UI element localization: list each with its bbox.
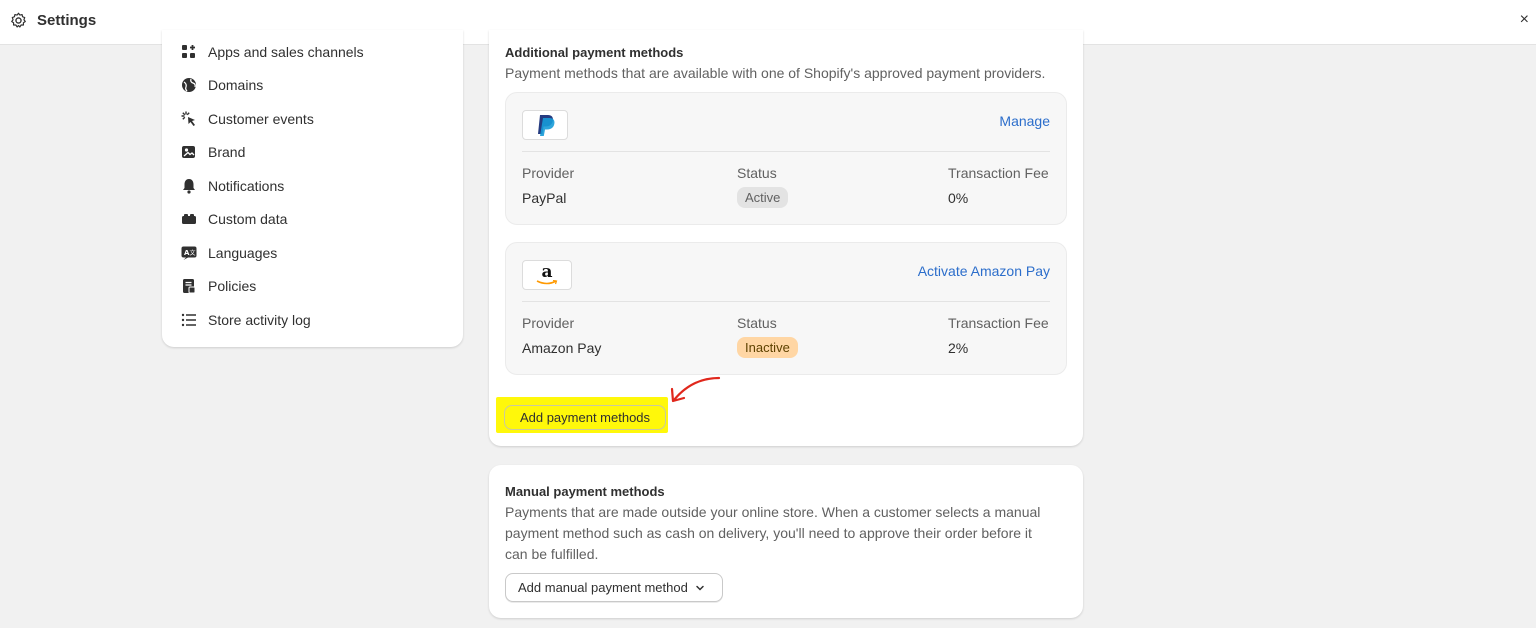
custom-data-icon bbox=[182, 214, 196, 224]
sidebar-item-languages[interactable]: A文 Languages bbox=[180, 242, 277, 264]
page-title: Settings bbox=[37, 12, 97, 29]
paypal-logo bbox=[522, 110, 568, 140]
provider-name: PayPal bbox=[522, 190, 567, 206]
provider-name: Amazon Pay bbox=[522, 340, 602, 356]
add-manual-payment-method-button[interactable]: Add manual payment method bbox=[505, 573, 723, 602]
provider-header: Provider bbox=[522, 165, 575, 181]
status-badge: Inactive bbox=[737, 337, 798, 358]
globe-icon bbox=[182, 78, 196, 92]
status-header: Status bbox=[737, 165, 777, 181]
apps-icon bbox=[182, 45, 195, 58]
sidebar-item-brand[interactable]: Brand bbox=[180, 141, 245, 163]
red-arrow-annotation bbox=[670, 376, 721, 403]
gear-icon bbox=[11, 12, 26, 28]
sidebar-item-customer-events[interactable]: Customer events bbox=[180, 108, 314, 130]
sidebar-item-apps[interactable]: Apps and sales channels bbox=[180, 41, 364, 63]
transaction-fee-header: Transaction Fee bbox=[948, 165, 1049, 181]
sidebar-item-domains[interactable]: Domains bbox=[180, 74, 263, 96]
sidebar-item-label: Apps and sales channels bbox=[208, 44, 364, 60]
sidebar-item-label: Customer events bbox=[208, 111, 314, 127]
paypal-logo-icon bbox=[538, 115, 555, 136]
activate-amazon-pay-link[interactable]: Activate Amazon Pay bbox=[918, 263, 1050, 279]
section-title: Manual payment methods bbox=[505, 484, 665, 499]
sidebar-item-label: Brand bbox=[208, 144, 246, 160]
add-payment-methods-button[interactable]: Add payment methods bbox=[504, 405, 666, 430]
transaction-fee-value: 0% bbox=[948, 190, 969, 206]
sidebar-item-label: Policies bbox=[208, 278, 257, 294]
description-line: can be fulfilled. bbox=[505, 546, 599, 562]
description-line: payment method such as cash on delivery,… bbox=[505, 525, 1032, 541]
sidebar-item-label: Domains bbox=[208, 77, 264, 93]
sidebar-item-label: Custom data bbox=[208, 211, 288, 227]
close-icon[interactable]: × bbox=[1520, 11, 1529, 29]
status-badge: Active bbox=[737, 187, 789, 208]
amazon-smile-icon bbox=[536, 280, 558, 285]
sidebar-item-label: Languages bbox=[208, 245, 278, 261]
transaction-fee-header: Transaction Fee bbox=[948, 315, 1049, 331]
provider-card-paypal: Manage Provider Status Transaction Fee P… bbox=[505, 92, 1067, 225]
amazon-logo-text: a bbox=[541, 262, 553, 282]
sidebar-item-label: Notifications bbox=[208, 178, 285, 194]
bell-icon bbox=[183, 179, 195, 194]
list-icon bbox=[181, 313, 196, 327]
svg-text:文: 文 bbox=[190, 249, 196, 257]
additional-payment-methods-card: Additional payment methods Payment metho… bbox=[489, 30, 1083, 446]
provider-header: Provider bbox=[522, 315, 575, 331]
section-description: Payments that are made outside your onli… bbox=[505, 502, 1040, 565]
sidebar-item-label: Store activity log bbox=[208, 312, 311, 328]
sidebar-item-store-activity-log[interactable]: Store activity log bbox=[180, 309, 311, 331]
provider-card-amazon-pay: a Activate Amazon Pay Provider Status Tr… bbox=[505, 242, 1067, 375]
language-icon: A文 bbox=[181, 246, 197, 260]
manage-paypal-link[interactable]: Manage bbox=[999, 113, 1050, 129]
sidebar-item-notifications[interactable]: Notifications bbox=[180, 175, 284, 197]
policy-icon bbox=[183, 279, 196, 294]
manual-payment-methods-card: Manual payment methods Payments that are… bbox=[489, 465, 1083, 618]
sidebar-item-policies[interactable]: Policies bbox=[180, 275, 256, 297]
divider bbox=[522, 151, 1050, 152]
transaction-fee-value: 2% bbox=[948, 340, 969, 356]
divider bbox=[522, 301, 1050, 302]
status-header: Status bbox=[737, 315, 777, 331]
cursor-click-icon bbox=[181, 111, 195, 126]
chevron-down-icon bbox=[696, 585, 704, 591]
button-label: Add manual payment method bbox=[518, 580, 688, 595]
sidebar-item-custom-data[interactable]: Custom data bbox=[180, 208, 287, 230]
settings-sidebar: Apps and sales channels Domains Customer… bbox=[162, 30, 463, 347]
brand-image-icon bbox=[182, 146, 195, 158]
section-title: Additional payment methods bbox=[505, 45, 684, 60]
description-line: Payments that are made outside your onli… bbox=[505, 504, 1041, 520]
amazon-logo: a bbox=[522, 260, 572, 290]
section-subtitle: Payment methods that are available with … bbox=[505, 65, 1046, 81]
